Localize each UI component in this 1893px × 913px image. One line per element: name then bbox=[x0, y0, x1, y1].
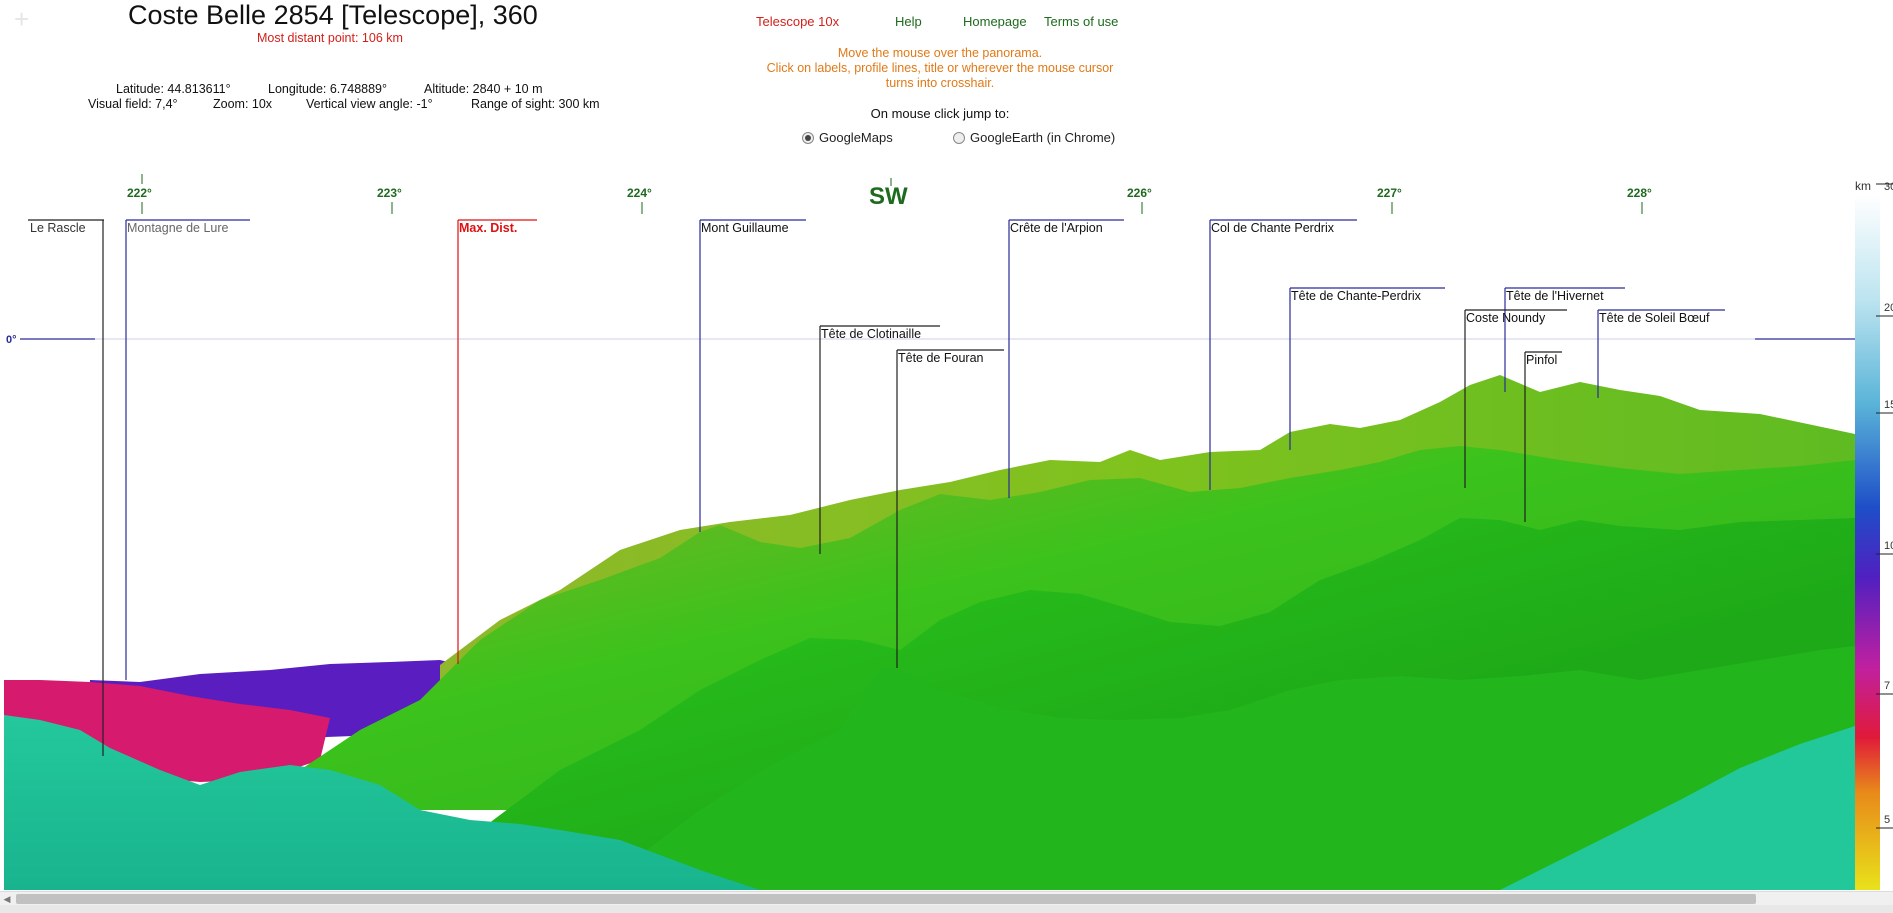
distance-scale-unit: km bbox=[1855, 179, 1871, 193]
distance-scale-label: 15 bbox=[1884, 399, 1893, 411]
vertical-angle-readout: Vertical view angle: -1° bbox=[306, 97, 433, 111]
horizon-label: 0° bbox=[6, 334, 17, 346]
scroll-left-arrow-icon[interactable]: ◀ bbox=[0, 892, 14, 906]
longitude-readout: Longitude: 6.748889° bbox=[268, 82, 387, 96]
degree-label: 224° bbox=[627, 186, 652, 200]
googleearth-label: GoogleEarth (in Chrome) bbox=[970, 130, 1116, 145]
peak-label-le-rascle[interactable]: Le Rascle bbox=[30, 221, 86, 235]
peak-label-col-de-chante-perdrix[interactable]: Col de Chante Perdrix bbox=[1211, 221, 1335, 235]
most-distant-point: Most distant point: 106 km bbox=[257, 31, 403, 45]
instruction-line-2: Click on labels, profile lines, title or… bbox=[766, 61, 1114, 75]
peak-labels[interactable]: Le Rascle Montagne de Lure Max. Dist. Mo… bbox=[30, 221, 1710, 367]
peak-label-tete-de-clotinaille[interactable]: Tête de Clotinaille bbox=[821, 327, 921, 341]
radio-unselected-icon[interactable] bbox=[953, 131, 965, 144]
degree-label: 223° bbox=[377, 186, 402, 200]
peak-label-crete-de-larpion[interactable]: Crête de l'Arpion bbox=[1010, 221, 1103, 235]
instruction-line-3: turns into crosshair. bbox=[885, 76, 995, 90]
distance-scale-label: 30 bbox=[1884, 181, 1893, 193]
distance-scale-label: 20 bbox=[1884, 302, 1893, 314]
peak-label-tete-de-lhivernet[interactable]: Tête de l'Hivernet bbox=[1506, 289, 1604, 303]
telescope-link[interactable]: Telescope 10x bbox=[756, 14, 839, 29]
peak-label-tete-de-chante-perdrix[interactable]: Tête de Chante-Perdrix bbox=[1291, 289, 1422, 303]
horizontal-scrollbar[interactable]: ◀ bbox=[0, 891, 1893, 906]
visual-field-readout: Visual field: 7,4° bbox=[88, 97, 178, 111]
instruction-line-1: Move the mouse over the panorama. bbox=[837, 46, 1043, 60]
panorama-view[interactable]: 0° 222° 223° 224° 226° 227° 228° SW Le R… bbox=[0, 170, 1893, 890]
degree-label: 222° bbox=[127, 186, 152, 200]
peak-label-coste-noundy[interactable]: Coste Noundy bbox=[1466, 311, 1546, 325]
peak-label-pinfol[interactable]: Pinfol bbox=[1526, 353, 1557, 367]
latitude-readout: Latitude: 44.813611° bbox=[116, 82, 231, 96]
altitude-readout: Altitude: 2840 + 10 m bbox=[424, 82, 543, 96]
peak-label-max-dist[interactable]: Max. Dist. bbox=[459, 221, 517, 235]
direction-label: SW bbox=[869, 183, 908, 210]
distance-scale-label: 7 bbox=[1884, 680, 1890, 692]
distance-scale-bar bbox=[1855, 195, 1880, 890]
googleearth-radio[interactable]: GoogleEarth (in Chrome) bbox=[953, 130, 1115, 145]
distance-scale-label: 5 bbox=[1884, 814, 1890, 826]
terms-link[interactable]: Terms of use bbox=[1044, 14, 1118, 29]
scrollbar-thumb[interactable] bbox=[16, 894, 1756, 904]
degree-label: 227° bbox=[1377, 186, 1402, 200]
degree-label: 228° bbox=[1627, 186, 1652, 200]
peak-label-montagne-de-lure[interactable]: Montagne de Lure bbox=[127, 221, 229, 235]
degree-scale: 222° 223° 224° 226° 227° 228° SW bbox=[127, 174, 1652, 214]
peak-label-tete-de-soleil-boeuf[interactable]: Tête de Soleil Bœuf bbox=[1599, 311, 1710, 325]
bottom-strip bbox=[0, 905, 1893, 913]
jump-label: On mouse click jump to: bbox=[870, 106, 1010, 121]
distance-scale: km 30 20 15 10 7 5 bbox=[1855, 179, 1893, 890]
range-readout: Range of sight: 300 km bbox=[471, 97, 600, 111]
googlemaps-radio[interactable]: GoogleMaps bbox=[802, 130, 893, 145]
help-link[interactable]: Help bbox=[895, 14, 922, 29]
zoom-readout: Zoom: 10x bbox=[213, 97, 273, 111]
crosshair-icon: + bbox=[14, 4, 30, 34]
peak-label-tete-de-fouran[interactable]: Tête de Fouran bbox=[898, 351, 984, 365]
googlemaps-label: GoogleMaps bbox=[819, 130, 893, 145]
page-title[interactable]: Coste Belle 2854 [Telescope], 360 bbox=[128, 0, 538, 31]
degree-label: 226° bbox=[1127, 186, 1152, 200]
peak-label-mont-guillaume[interactable]: Mont Guillaume bbox=[701, 221, 789, 235]
radio-selected-icon[interactable] bbox=[802, 131, 814, 144]
distance-scale-label: 10 bbox=[1884, 540, 1893, 552]
homepage-link[interactable]: Homepage bbox=[963, 14, 1027, 29]
